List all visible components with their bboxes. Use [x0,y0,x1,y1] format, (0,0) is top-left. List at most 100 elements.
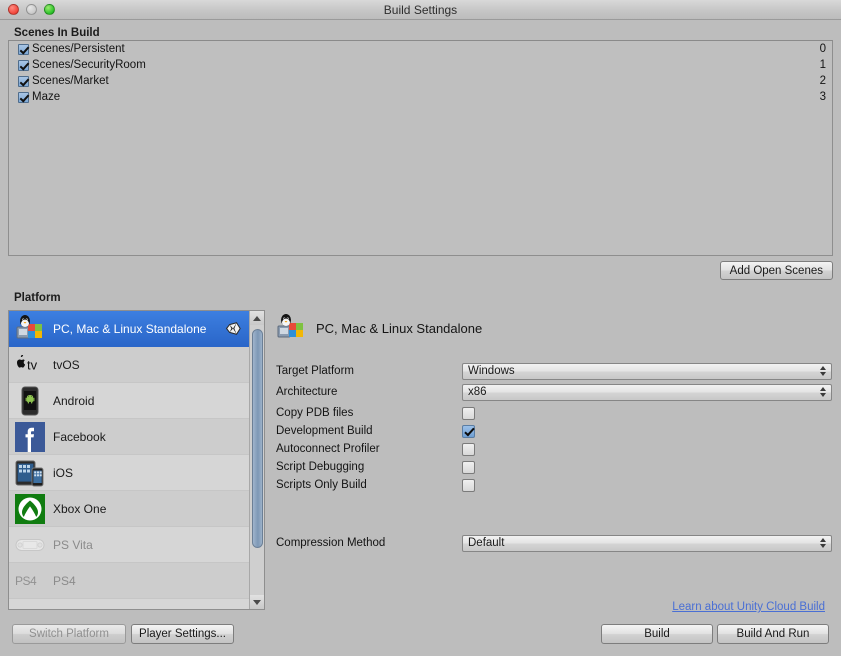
scene-index-label: 2 [819,75,826,87]
build-button[interactable]: Build [601,624,713,644]
scene-enabled-checkbox[interactable] [18,91,29,103]
platform-list-box[interactable]: PC, Mac & Linux Standalone tv tvOS Androi… [8,310,265,610]
platform-item-label: PS4 [53,573,76,588]
platform-list-scrollbar[interactable] [249,311,264,609]
option-label: Script Debugging [276,461,365,473]
scene-path-label: Scenes/SecurityRoom [32,59,146,71]
scene-index-label: 1 [819,59,826,71]
option-label: Development Build [276,425,373,437]
scene-enabled-checkbox[interactable] [18,59,29,71]
platform-item-ps-vita[interactable]: PS Vita [9,527,249,563]
copy-pdb-files-checkbox[interactable] [462,406,475,420]
platform-item-label: Xbox One [53,501,107,516]
psvita-icon [15,530,45,560]
add-open-scenes-button[interactable]: Add Open Scenes [719,261,833,280]
compression-method-value: Default [468,536,505,549]
target-platform-label: Target Platform [276,365,354,377]
platform-item-ios[interactable]: iOS [9,455,249,491]
option-row: Autoconnect Profiler [276,440,832,458]
platform-rows-container: PC, Mac & Linux Standalone tv tvOS Androi… [9,311,249,609]
svg-text:PS4: PS4 [15,574,37,588]
scene-path-label: Scenes/Persistent [32,43,125,55]
option-label: Autoconnect Profiler [276,443,380,455]
scene-index-label: 0 [819,43,826,55]
development-build-checkbox[interactable] [462,424,475,438]
pc-mac-linux-icon [276,313,306,343]
scene-path-label: Scenes/Market [32,75,109,87]
scene-row[interactable]: Maze 3 [9,89,832,105]
scene-enabled-checkbox[interactable] [18,43,29,55]
ios-icon [15,458,45,488]
window-title: Build Settings [383,2,458,17]
platform-item-xbox-one[interactable]: Xbox One [9,491,249,527]
platform-item-android[interactable]: Android [9,383,249,419]
build-and-run-button[interactable]: Build And Run [717,624,829,644]
unity-logo-icon [224,320,241,337]
compression-method-dropdown[interactable]: Default [462,534,832,552]
platform-item-label: iOS [53,465,74,480]
target-platform-dropdown[interactable]: Windows [462,362,832,380]
architecture-dropdown[interactable]: x86 [462,383,832,401]
scroll-up-arrow-icon[interactable] [249,311,264,325]
platform-settings-panel: PC, Mac & Linux Standalone Target Platfo… [276,310,832,552]
scrollbar-track[interactable] [249,325,264,595]
platform-item-label: PS Vita [53,537,93,552]
script-debugging-checkbox[interactable] [462,460,475,474]
selected-platform-title: PC, Mac & Linux Standalone [316,320,483,336]
chevron-updown-icon [820,365,826,376]
option-row: Copy PDB files [276,404,832,422]
target-platform-row: Target Platform Windows [276,362,832,380]
chevron-updown-icon [820,386,826,397]
zoom-light[interactable] [44,4,55,15]
ps4-icon: PS4 [15,566,45,596]
scroll-down-arrow-icon[interactable] [249,595,264,609]
platform-item-label: tvOS [53,357,80,372]
pc-mac-linux-icon [15,314,45,344]
selected-platform-title-row: PC, Mac & Linux Standalone [276,310,832,346]
close-light[interactable] [8,4,19,15]
platform-item-label: Android [53,393,95,408]
autoconnect-profiler-checkbox[interactable] [462,442,475,456]
scenes-in-build-header: Scenes In Build [14,27,100,39]
unity-cloud-build-link[interactable]: Learn about Unity Cloud Build [672,601,825,613]
platform-item-html5[interactable]: HTML [9,599,249,609]
build-options-group: Copy PDB files Development Build Autoconne… [276,404,832,494]
scripts-only-build-checkbox[interactable] [462,478,475,492]
html5-icon: HTML [15,602,45,610]
xbox-icon [15,493,45,524]
platform-item-facebook[interactable]: Facebook [9,419,249,455]
scene-enabled-checkbox[interactable] [18,75,29,87]
scene-row[interactable]: Scenes/Persistent 0 [9,41,832,57]
platform-item-ps4[interactable]: PS4 PS4 [9,563,249,599]
option-row: Scripts Only Build [276,476,832,494]
platform-item-pc-mac-linux-standalone[interactable]: PC, Mac & Linux Standalone [9,311,249,347]
chevron-updown-icon [820,537,826,548]
compression-method-label: Compression Method [276,537,386,549]
minimize-light[interactable] [26,4,37,15]
option-label: Copy PDB files [276,407,354,419]
scene-index-label: 3 [819,91,826,103]
architecture-row: Architecture x86 [276,383,832,401]
architecture-value: x86 [468,385,487,398]
scene-path-label: Maze [32,91,61,103]
traffic-light-group [8,4,55,15]
player-settings-button[interactable]: Player Settings... [131,624,234,644]
window-titlebar: Build Settings [0,0,841,20]
platform-item-label: Facebook [53,429,106,444]
scrollbar-thumb[interactable] [251,329,263,548]
scene-row[interactable]: Scenes/SecurityRoom 1 [9,57,832,73]
svg-text:tv: tv [27,357,38,372]
scenes-in-build-list[interactable]: Scenes/Persistent 0 Scenes/SecurityRoom 1 Sc… [8,40,833,256]
platform-header: Platform [14,292,61,304]
compression-method-row: Compression Method Default [276,534,832,552]
architecture-label: Architecture [276,386,338,398]
android-icon [15,386,45,416]
option-row: Script Debugging [276,458,832,476]
facebook-icon [15,421,45,452]
target-platform-value: Windows [468,364,515,377]
switch-platform-button[interactable]: Switch Platform [12,624,126,644]
option-row: Development Build [276,422,832,440]
scene-row[interactable]: Scenes/Market 2 [9,73,832,89]
platform-item-tvos[interactable]: tv tvOS [9,347,249,383]
appletv-icon: tv [15,350,45,380]
